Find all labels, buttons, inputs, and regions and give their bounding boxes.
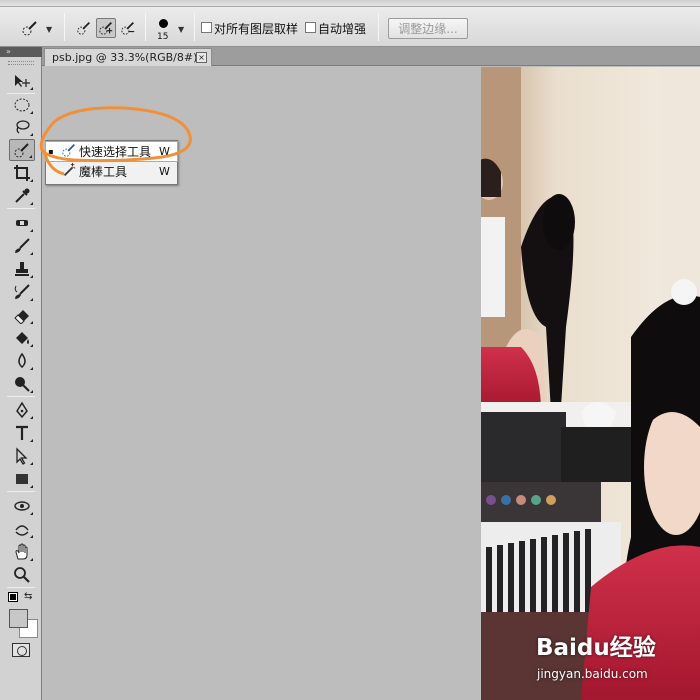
separator [7,208,35,209]
quick-selection-tool[interactable] [9,139,35,161]
brush-size-value: 15 [157,32,169,42]
tools-panel: ⇆ [0,57,42,700]
orbit-icon [15,525,29,536]
refine-edge-button[interactable]: 调整边缘... [388,18,468,39]
dodge-tool[interactable] [9,373,35,395]
add-to-selection-button[interactable] [96,18,116,38]
options-bar: ▼ 15 ▼ 对所有图层取样 自动增强 调整边缘... [0,7,700,47]
new-selection-button[interactable] [74,18,94,38]
quick-selection-icon [22,21,37,36]
quick-selection-icon [59,142,79,162]
rotate-3d-icon [14,501,30,511]
lasso-tool[interactable] [9,116,35,138]
zoom-tool[interactable] [9,564,35,586]
separator [145,13,146,41]
auto-enhance-label: 自动增强 [318,22,367,36]
watermark-url: jingyan.baidu.com [537,667,648,681]
flyout-item-shortcut: W [159,165,170,178]
default-colors-icon[interactable] [8,592,18,602]
eyedropper-icon [15,188,30,203]
sample-all-layers-checkbox[interactable] [201,22,212,33]
sample-all-layers-label: 对所有图层取样 [214,22,299,36]
pen-icon [16,401,28,419]
eyedropper-tool[interactable] [9,185,35,207]
move-icon [15,75,30,87]
marquee-tool[interactable] [9,94,35,116]
brush-tool[interactable] [9,235,35,257]
subtract-selection-button[interactable] [118,18,138,38]
separator [194,13,195,41]
history-brush-icon [14,284,30,299]
crop-tool[interactable] [9,162,35,184]
healing-brush-tool[interactable] [9,212,35,234]
photo-content [481,67,700,700]
lasso-icon [16,120,30,134]
document-tab-bar: psb.jpg @ 33.3%(RGB/8#) × [0,47,700,66]
foreground-color-swatch[interactable] [9,609,28,628]
quick-mask-button[interactable] [12,643,30,657]
auto-enhance-checkbox[interactable] [305,22,316,33]
tool-flyout-menu: ▪ 快速选择工具 W 魔棒工具 W [45,140,178,185]
dodge-icon [15,377,30,392]
path-selection-icon [16,447,28,465]
blur-drop-icon [18,352,26,368]
eraser-tool[interactable] [9,304,35,326]
3d-rotate-tool[interactable] [9,495,35,517]
swap-colors-icon[interactable]: ⇆ [24,591,32,602]
band-aid-icon [16,220,28,226]
type-icon [16,425,28,440]
baidu-logo-text: Baidu经验 [536,635,656,661]
flyout-item-label: 快速选择工具 [79,145,152,159]
separator [64,13,65,41]
tool-preset-picker[interactable] [20,18,40,38]
rectangle-icon [16,474,28,484]
document-image[interactable] [481,67,700,700]
paint-bucket-tool[interactable] [9,327,35,349]
separator [7,587,35,588]
separator [378,13,379,41]
quick-selection-icon [14,143,29,158]
elliptical-marquee-icon [14,98,30,112]
blur-tool[interactable] [9,350,35,372]
close-icon[interactable]: × [196,52,207,63]
flyout-item-magic-wand[interactable]: 魔棒工具 W [46,162,177,181]
selected-bullet-icon: ▪ [48,147,54,156]
pen-tool[interactable] [9,399,35,421]
eraser-icon [14,310,29,324]
document-tab-title: psb.jpg @ 33.3%(RGB/8#) [52,51,198,64]
add-selection-icon [99,22,113,35]
stamp-icon [15,262,29,276]
history-brush-tool[interactable] [9,281,35,303]
chevron-down-icon[interactable]: ▼ [46,25,52,34]
type-tool[interactable] [9,422,35,444]
path-selection-tool[interactable] [9,445,35,467]
baidu-watermark: Baidu经验 [536,628,656,662]
brush-preview-icon[interactable] [159,19,168,28]
separator [7,396,35,397]
flyout-item-label: 魔棒工具 [79,165,128,179]
menu-bar [0,0,700,7]
paint-bucket-icon [16,332,29,344]
flyout-item-shortcut: W [159,145,170,158]
separator [7,491,35,492]
3d-orbit-tool[interactable] [9,518,35,540]
clone-stamp-tool[interactable] [9,258,35,280]
hand-tool[interactable] [9,541,35,563]
move-tool[interactable] [9,70,35,92]
hand-icon [15,543,28,560]
document-tab[interactable]: psb.jpg @ 33.3%(RGB/8#) × [44,48,212,66]
new-selection-icon [77,22,90,35]
crop-icon [14,165,30,181]
panel-grip[interactable] [8,61,34,65]
subtract-selection-icon [121,22,135,35]
zoom-icon [14,567,30,583]
magic-wand-icon [59,162,79,182]
rectangle-tool[interactable] [9,468,35,490]
flyout-item-quick-selection[interactable]: ▪ 快速选择工具 W [45,141,178,162]
tools-panel-header[interactable]: » [0,47,42,57]
chevron-down-icon[interactable]: ▼ [178,25,184,34]
brush-icon [15,238,30,253]
